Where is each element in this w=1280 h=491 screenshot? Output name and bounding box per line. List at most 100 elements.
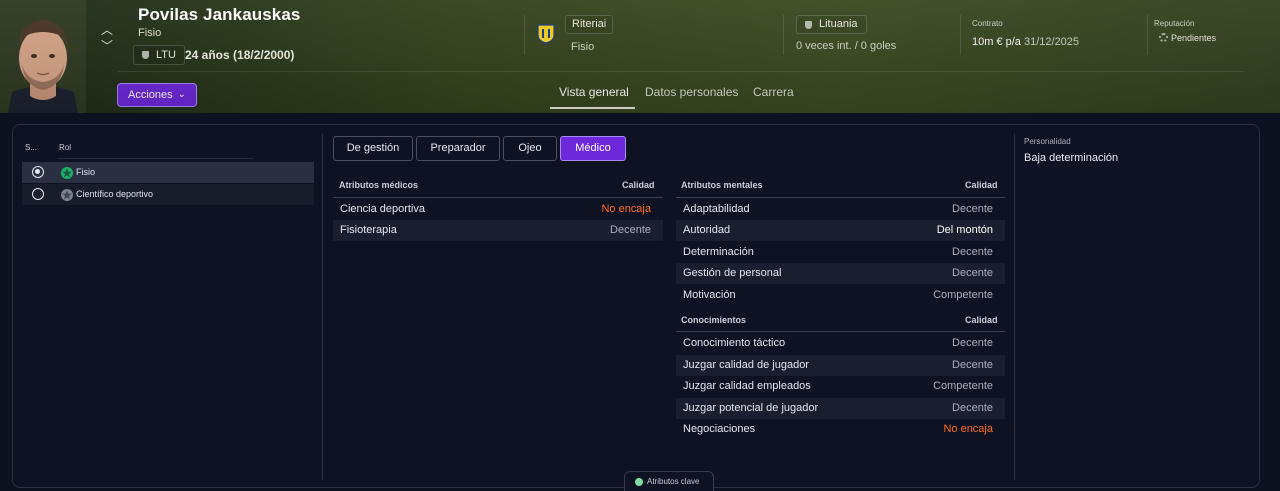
reputation-label: Reputación xyxy=(1154,19,1195,28)
key-attributes-button[interactable]: Atributos clave xyxy=(624,471,714,491)
key-attributes-dot-icon xyxy=(635,478,643,486)
header-line xyxy=(57,158,253,159)
role-label: Científico deportivo xyxy=(76,189,154,199)
attribute-quality: Competente xyxy=(933,380,993,392)
attribute-quality: Del montón xyxy=(936,224,993,236)
attribute-label: Conocimiento táctico xyxy=(683,337,786,349)
attribute-row: Ciencia deportiva No encaja xyxy=(333,199,663,220)
international-caps: 0 veces int. / 0 goles xyxy=(796,40,897,52)
attribute-label: Adaptabilidad xyxy=(683,203,750,215)
attribute-row: Fisioterapia Decente xyxy=(333,220,663,241)
radio-selected[interactable] xyxy=(32,166,44,178)
attribute-row: Negociaciones No encaja xyxy=(676,419,1005,440)
mental-title: Atributos mentales xyxy=(681,180,763,190)
col-header-role[interactable]: Rol xyxy=(59,143,71,152)
attribute-label: Negociaciones xyxy=(683,423,756,435)
tab-overview[interactable]: Vista general xyxy=(559,85,629,99)
attribute-row: Juzgar calidad empleados Competente xyxy=(676,376,1005,397)
role-row-scientist[interactable]: Científico deportivo xyxy=(22,184,314,205)
attribute-row: Adaptabilidad Decente xyxy=(676,199,1005,220)
flag-icon xyxy=(142,51,149,59)
attribute-row: Motivación Competente xyxy=(676,285,1005,306)
col-header-select: S... xyxy=(25,143,38,152)
country-name: Lituania xyxy=(819,18,858,30)
attribute-quality: Decente xyxy=(952,402,993,414)
attribute-label: Juzgar potencial de jugador xyxy=(683,402,819,414)
country-badge[interactable]: Lituania xyxy=(796,15,867,34)
attribute-row: Juzgar calidad de jugador Decente xyxy=(676,355,1005,376)
attribute-row: Determinación Decente xyxy=(676,242,1005,263)
attribute-quality: Decente xyxy=(952,246,993,258)
role-label: Fisio xyxy=(76,167,96,177)
nationality-badge[interactable]: LTU xyxy=(133,45,185,65)
contract-date: 31/12/2025 xyxy=(1023,36,1080,48)
tab-personal-data[interactable]: Datos personales xyxy=(645,85,738,99)
player-nav-arrows: ︿ ﹀ xyxy=(100,22,114,54)
attribute-quality: Decente xyxy=(952,359,993,371)
attribute-label: Motivación xyxy=(683,289,736,301)
player-role: Fisio xyxy=(138,27,162,39)
radio-unselected[interactable] xyxy=(32,188,44,200)
attribute-quality: Decente xyxy=(952,337,993,349)
header-divider xyxy=(1147,15,1148,55)
reputation-value: Pendientes xyxy=(1159,33,1216,43)
attribute-label: Determinación xyxy=(683,246,754,258)
attribute-label: Juzgar calidad de jugador xyxy=(683,359,809,371)
chevron-down-icon[interactable]: ﹀ xyxy=(100,38,114,54)
club-crest-icon[interactable] xyxy=(537,24,555,44)
header-divider xyxy=(960,15,961,55)
header-divider xyxy=(524,15,525,55)
attribute-quality: No encaja xyxy=(943,423,993,435)
knowledge-quality-header[interactable]: Calidad xyxy=(965,315,998,325)
player-name: Povilas Jankauskas xyxy=(138,5,301,24)
club-role: Fisio xyxy=(571,41,595,53)
reputation-icon xyxy=(1159,33,1168,42)
active-tab-indicator xyxy=(550,107,635,109)
role-row-fisio[interactable]: Fisio xyxy=(22,162,314,183)
attribute-row: Autoridad Del montón xyxy=(676,220,1005,241)
actions-button[interactable]: Acciones ⌄ xyxy=(117,83,197,107)
reputation-text: Pendientes xyxy=(1171,33,1217,43)
grey-star-icon xyxy=(61,188,73,201)
header-separator xyxy=(118,71,1244,72)
knowledge-title: Conocimientos xyxy=(681,315,747,325)
key-attributes-label: Atributos clave xyxy=(647,477,700,486)
section-line xyxy=(676,331,1005,332)
header-divider xyxy=(783,15,784,55)
section-line xyxy=(676,197,1005,198)
attribute-quality: Competente xyxy=(933,289,993,301)
flag-icon xyxy=(805,21,812,29)
attribute-row: Conocimiento táctico Decente xyxy=(676,333,1005,354)
attribute-quality: Decente xyxy=(610,224,651,236)
nationality-code: LTU xyxy=(156,49,176,61)
personality-value: Baja determinación xyxy=(1024,152,1119,164)
attribute-row: Gestión de personal Decente xyxy=(676,263,1005,284)
attribute-quality: Decente xyxy=(952,267,993,279)
segment-management[interactable]: De gestión xyxy=(333,136,413,161)
section-line xyxy=(333,197,663,198)
attribute-label: Gestión de personal xyxy=(683,267,782,279)
attribute-label: Autoridad xyxy=(683,224,731,236)
attribute-label: Juzgar calidad empleados xyxy=(683,380,811,392)
contract-wage: 10m € p/a xyxy=(972,36,1021,48)
green-star-icon xyxy=(61,166,73,179)
attribute-label: Fisioterapia xyxy=(340,224,397,236)
segment-coach[interactable]: Preparador xyxy=(416,136,500,161)
segment-medical[interactable]: Médico xyxy=(560,136,626,161)
club-name[interactable]: Riteriai xyxy=(565,15,614,34)
column-divider xyxy=(1014,134,1015,480)
attribute-quality: No encaja xyxy=(601,203,651,215)
contract-label: Contrato xyxy=(972,19,1003,28)
chevron-down-icon: ⌄ xyxy=(177,89,186,100)
player-age: 24 años (18/2/2000) xyxy=(185,48,295,62)
medical-quality-header[interactable]: Calidad xyxy=(622,180,655,190)
segment-scouting[interactable]: Ojeo xyxy=(503,136,557,161)
attribute-label: Ciencia deportiva xyxy=(340,203,425,215)
mental-quality-header[interactable]: Calidad xyxy=(965,180,998,190)
attribute-quality: Decente xyxy=(952,203,993,215)
tab-career[interactable]: Carrera xyxy=(753,85,794,99)
actions-label: Acciones xyxy=(128,89,173,101)
medical-title: Atributos médicos xyxy=(339,180,419,190)
player-portrait xyxy=(0,0,86,113)
chevron-up-icon[interactable]: ︿ xyxy=(100,22,114,38)
